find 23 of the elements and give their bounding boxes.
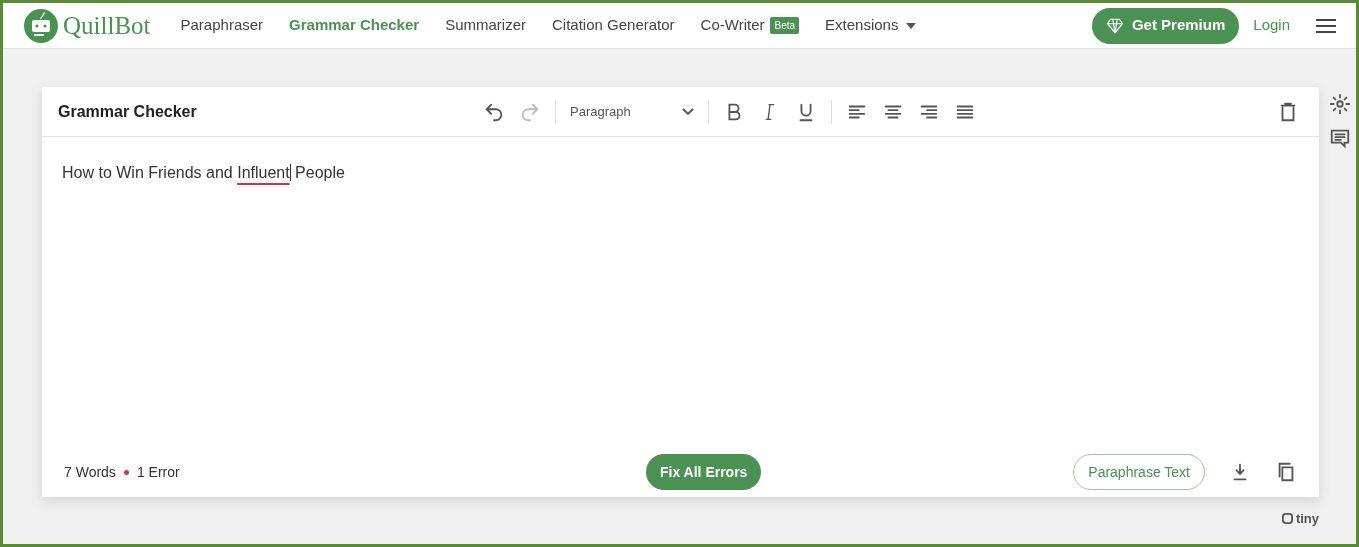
editor-title: Grammar Checker [58,101,198,122]
beta-badge: Beta [770,17,800,34]
brand-name[interactable]: QuillBot [63,6,151,45]
comment-icon[interactable] [1329,127,1351,149]
word-count: 7 Words [64,462,116,482]
tiny-icon [1281,513,1293,525]
robot-logo-icon[interactable] [23,7,59,44]
nav-link[interactable]: Grammar Checker [289,14,420,37]
error-count: 1 Error [136,462,180,482]
nav-link[interactable]: Citation Generator [552,14,675,37]
editor-text[interactable]: How to Win Friends and Influent People [62,161,1299,185]
fix-all-errors-button[interactable]: Fix All Errors [646,454,762,490]
chevron-down-icon [682,107,694,116]
menu-icon[interactable] [1316,18,1336,33]
nav-link[interactable]: Extensions [825,14,917,37]
diamond-icon [1105,16,1124,35]
get-premium-button[interactable]: Get Premium [1091,7,1240,44]
nav-link[interactable]: Paraphraser [180,14,264,37]
tiny-logo[interactable]: tiny [1281,509,1319,529]
nav-link[interactable]: Summarizer [445,14,526,37]
paragraph-dropdown[interactable]: Paragraph [570,101,694,122]
login-link[interactable]: Login [1253,14,1290,37]
nav-link[interactable]: Co-Writer Beta [700,14,800,37]
